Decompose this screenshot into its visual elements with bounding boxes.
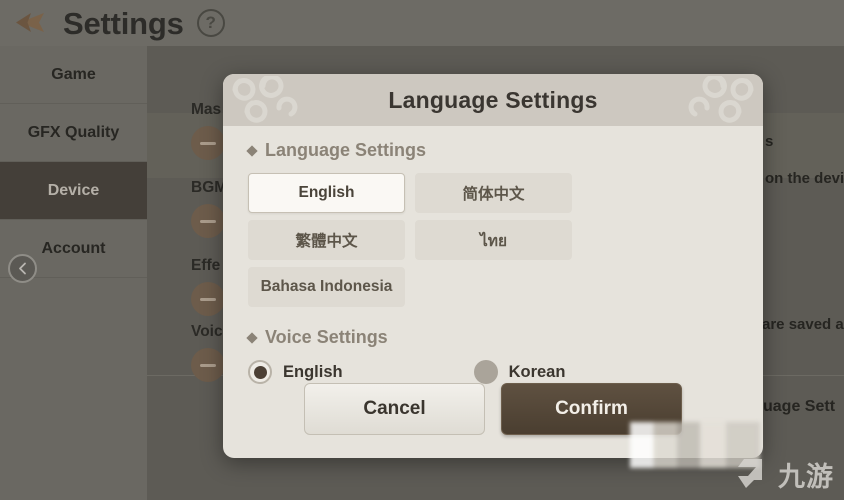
- section-heading-label: Voice Settings: [265, 327, 388, 347]
- minus-icon: [200, 363, 216, 367]
- language-options-grid: English 简体中文 繁體中文 ไทย Bahasa Indonesia: [248, 173, 738, 307]
- minus-icon: [200, 141, 216, 145]
- volume-row: Mas: [191, 101, 225, 160]
- sidebar-item-label: Account: [41, 239, 106, 257]
- sidebar-collapse-button[interactable]: [8, 254, 37, 283]
- diamond-bullet-icon: [246, 331, 258, 344]
- chevron-left-icon: [19, 262, 26, 275]
- cloud-ornament-icon: [232, 76, 298, 123]
- volume-label: Mas: [191, 101, 222, 118]
- volume-row: Voic: [191, 323, 225, 382]
- cloud-ornament-icon: [688, 76, 754, 123]
- radio-button-unselected[interactable]: [473, 360, 498, 384]
- language-option-label: 简体中文: [462, 186, 525, 203]
- language-option-label: 繁體中文: [295, 233, 358, 250]
- language-option-traditional-chinese[interactable]: 繁體中文: [248, 220, 405, 260]
- sidebar-item-label: Device: [47, 181, 100, 199]
- volume-row: BGM: [191, 179, 227, 238]
- background-text-fragment: on the devi: [765, 170, 844, 187]
- language-settings-dialog: Language Settings Language Settings Engl…: [223, 74, 763, 458]
- dialog-header: Language Settings: [223, 74, 763, 126]
- minus-icon: [200, 219, 216, 223]
- section-heading-label: Language Settings: [265, 140, 427, 160]
- language-option-indonesian[interactable]: Bahasa Indonesia: [248, 267, 405, 307]
- background-text-fragment: are saved a: [762, 316, 844, 333]
- language-option-simplified-chinese[interactable]: 简体中文: [415, 173, 572, 213]
- cancel-button[interactable]: Cancel: [304, 383, 485, 435]
- jiuyou-logo-icon: [738, 459, 762, 488]
- language-option-thai[interactable]: ไทย: [415, 220, 572, 260]
- language-option-label: ไทย: [479, 232, 508, 250]
- back-arrow-icon[interactable]: [14, 10, 54, 36]
- language-option-label: Bahasa Indonesia: [260, 278, 393, 295]
- volume-minus-button[interactable]: [191, 126, 225, 160]
- voice-option-label: English: [283, 362, 343, 381]
- confirm-button-label: Confirm: [555, 398, 628, 419]
- voice-option-english[interactable]: English: [248, 360, 343, 384]
- dialog-body: Language Settings English 简体中文 繁體中文 ไทย …: [223, 126, 763, 384]
- watermark-text: 九游: [778, 461, 834, 492]
- background-text-fragment: uage Sett: [763, 398, 836, 415]
- sidebar-item-label: GFX Quality: [27, 123, 120, 141]
- minus-icon: [200, 297, 216, 301]
- volume-label: Voic: [191, 323, 223, 340]
- volume-label: BGM: [191, 179, 228, 196]
- volume-row: Effe: [191, 257, 225, 316]
- language-option-english[interactable]: English: [248, 173, 405, 213]
- cancel-button-label: Cancel: [363, 398, 426, 419]
- volume-minus-button[interactable]: [191, 348, 225, 382]
- voice-options-row: English Korean: [248, 360, 738, 384]
- voice-option-label: Korean: [508, 362, 566, 381]
- volume-label: Effe: [191, 257, 221, 274]
- radio-button-selected[interactable]: [248, 360, 272, 384]
- top-bar: Settings ?: [0, 0, 844, 46]
- radio-dot-icon: [253, 365, 267, 379]
- volume-minus-button[interactable]: [191, 204, 225, 238]
- volume-minus-button[interactable]: [191, 282, 225, 316]
- dialog-title: Language Settings: [388, 86, 598, 113]
- sidebar-item-label: Game: [51, 65, 96, 83]
- voice-option-korean[interactable]: Korean: [473, 360, 566, 384]
- sidebar-item-device[interactable]: Device: [0, 162, 147, 220]
- language-option-label: English: [298, 184, 355, 201]
- sidebar-item-game[interactable]: Game: [0, 46, 147, 104]
- language-section-heading: Language Settings: [246, 140, 738, 161]
- watermark: 九游: [732, 454, 834, 494]
- background-text-fragment: s: [765, 133, 774, 150]
- help-question-icon[interactable]: ?: [196, 9, 225, 37]
- voice-section-heading: Voice Settings: [246, 327, 738, 348]
- diamond-bullet-icon: [246, 144, 258, 157]
- page-title: Settings: [63, 5, 184, 41]
- sidebar-item-gfx[interactable]: GFX Quality: [0, 104, 147, 162]
